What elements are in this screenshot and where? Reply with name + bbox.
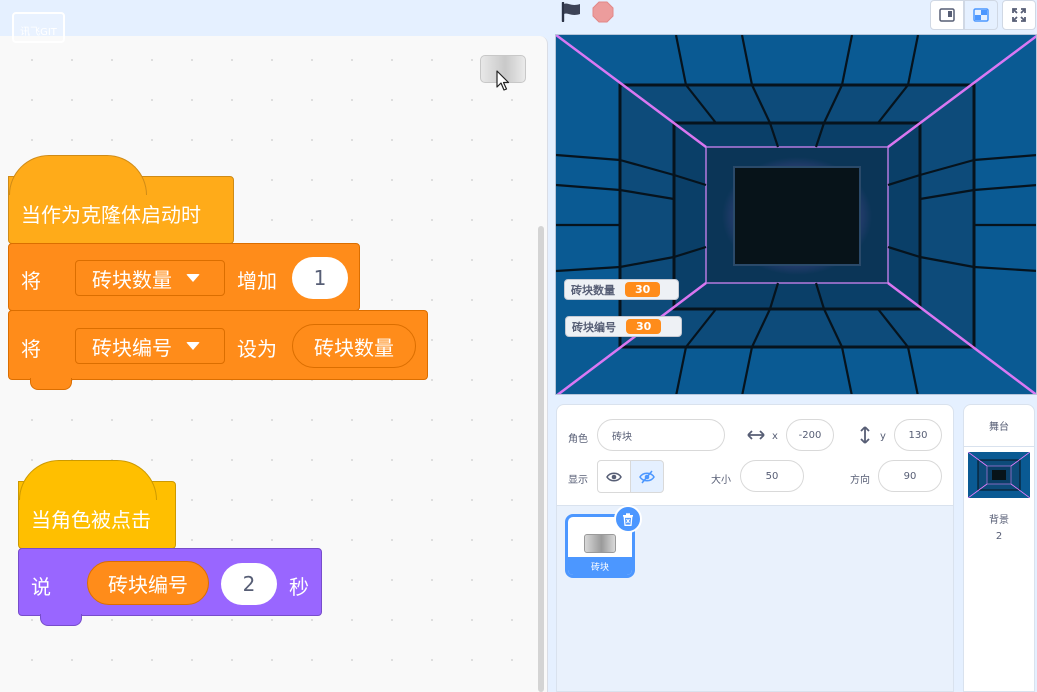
stage-canvas[interactable]: 砖块数量 30 砖块编号 30 [555, 34, 1037, 395]
change-variable-block[interactable]: 将 砖块数量 增加 1 [8, 243, 360, 311]
trash-icon [623, 512, 633, 526]
monitor-label: 砖块编号 [572, 320, 616, 334]
variable-monitor[interactable]: 砖块数量 30 [564, 279, 679, 300]
when-start-as-clone-block[interactable]: 当作为克隆体启动时 [8, 155, 234, 244]
variable-reporter[interactable]: 砖块编号 [87, 561, 209, 605]
block-notch [40, 614, 82, 626]
block-verb: 说 [31, 575, 51, 599]
vertical-arrows-icon [860, 426, 870, 444]
dropdown-caret-icon [186, 342, 200, 350]
backdrops-count: 2 [995, 531, 1003, 542]
block-op: 增加 [237, 269, 277, 293]
sprite-tile-name: 砖块 [568, 557, 632, 575]
size-input[interactable]: 50 [740, 460, 804, 492]
y-input[interactable]: 130 [894, 419, 942, 451]
fullscreen-button[interactable] [1002, 0, 1036, 30]
sprite-costume-thumbnail [584, 534, 616, 553]
hat-cap [9, 155, 147, 195]
mouse-cursor-icon [496, 70, 510, 91]
variable-dropdown[interactable]: 砖块数量 [75, 260, 225, 296]
variable-monitor[interactable]: 砖块编号 30 [565, 316, 682, 337]
small-stage-button[interactable] [930, 0, 964, 30]
show-sprite-button[interactable] [597, 460, 631, 493]
block-notch [30, 378, 72, 390]
seconds-input[interactable]: 2 [221, 563, 277, 605]
sprite-name-label: 角色 [568, 434, 588, 445]
sprite-list-panel: 砖块 [556, 505, 954, 692]
stage-target-panel[interactable]: 舞台 背景 2 [963, 404, 1035, 692]
variable-dropdown-label: 砖块编号 [92, 335, 172, 360]
block-verb: 将 [21, 269, 41, 293]
hat-label: 当角色被点击 [31, 508, 151, 532]
show-label: 显示 [568, 475, 588, 486]
stop-icon[interactable] [592, 1, 614, 23]
backdrops-label: 背景 [989, 515, 1009, 526]
tunnel-backdrop [556, 35, 1036, 394]
fullscreen-icon [1012, 8, 1026, 22]
size-label: 大小 [711, 475, 731, 486]
stage-target-title: 舞台 [964, 405, 1034, 447]
dropdown-caret-icon [186, 274, 200, 282]
y-label: y [880, 431, 886, 442]
backdrop-thumbnail [968, 452, 1030, 498]
variable-reporter[interactable]: 砖块数量 [292, 324, 416, 368]
green-flag-icon[interactable] [560, 2, 582, 22]
variable-dropdown[interactable]: 砖块编号 [75, 328, 225, 364]
eye-icon [606, 472, 622, 481]
horizontal-arrows-icon [747, 430, 765, 440]
small-stage-icon [939, 8, 955, 22]
hide-sprite-button[interactable] [630, 460, 664, 493]
block-unit: 秒 [289, 575, 309, 599]
monitor-value: 30 [626, 319, 662, 334]
eye-slash-icon [639, 470, 655, 483]
sprite-info-panel: 角色 砖块 x -200 y 130 显示 大小 50 方向 90 [556, 404, 954, 506]
block-verb: 将 [21, 337, 41, 361]
when-sprite-clicked-block[interactable]: 当角色被点击 [18, 460, 176, 549]
x-input[interactable]: -200 [786, 419, 834, 451]
say-for-secs-block[interactable]: 说 砖块编号 2 秒 [18, 548, 322, 616]
variable-dropdown-label: 砖块数量 [92, 267, 172, 292]
code-area-header [0, 0, 548, 36]
number-input[interactable]: 1 [292, 257, 348, 299]
monitor-value: 30 [625, 282, 661, 297]
direction-label: 方向 [850, 475, 870, 486]
set-variable-block[interactable]: 将 砖块编号 设为 砖块数量 [8, 310, 428, 380]
direction-input[interactable]: 90 [878, 460, 942, 492]
hat-cap [19, 460, 157, 500]
sprite-name-input[interactable]: 砖块 [597, 419, 725, 451]
normal-stage-button[interactable] [964, 0, 998, 30]
watermark-logo: 讯飞GIT [12, 12, 65, 43]
delete-sprite-button[interactable] [614, 505, 642, 533]
watermark-logo-text: 讯飞GIT [20, 27, 57, 38]
block-op: 设为 [237, 337, 277, 361]
code-workspace[interactable]: 当作为克隆体启动时 将 砖块数量 增加 1 将 砖块编号 设为 砖块数量 当角色… [0, 36, 548, 692]
normal-stage-icon [973, 8, 989, 22]
code-vertical-scrollbar[interactable] [538, 226, 544, 692]
x-label: x [772, 431, 778, 442]
monitor-label: 砖块数量 [571, 283, 615, 297]
hat-label: 当作为克隆体启动时 [21, 203, 201, 227]
